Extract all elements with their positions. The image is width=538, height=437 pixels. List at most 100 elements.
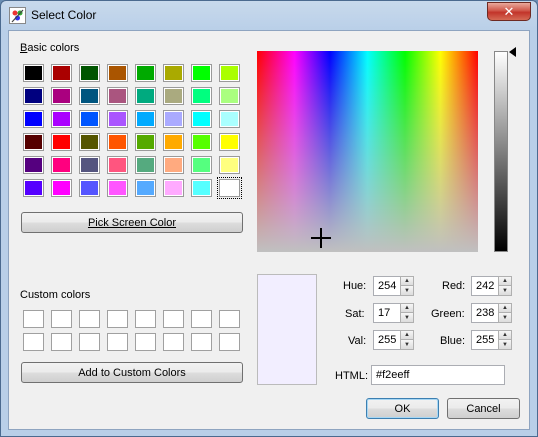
basic-color-swatch[interactable] [107,87,128,105]
basic-colors-label-rest: asic colors [27,42,80,54]
close-button[interactable]: ✕ [487,2,531,21]
custom-color-swatch[interactable] [107,310,128,328]
basic-color-swatch[interactable] [23,133,44,151]
sat-input[interactable]: 17 [373,303,401,323]
basic-color-swatch[interactable] [23,110,44,128]
basic-color-swatch[interactable] [191,133,212,151]
basic-color-swatch[interactable] [135,156,156,174]
color-palette-icon [9,7,26,24]
custom-color-swatch[interactable] [23,310,44,328]
basic-color-swatch[interactable] [163,179,184,197]
basic-color-swatch[interactable] [217,177,242,199]
basic-color-swatch[interactable] [23,156,44,174]
red-input[interactable]: 242 [471,276,499,296]
val-input[interactable]: 255 [373,330,401,350]
basic-color-swatch[interactable] [107,179,128,197]
custom-color-swatch[interactable] [163,333,184,351]
pick-screen-color-button[interactable]: Pick Screen Color [21,212,243,233]
basic-color-swatch[interactable] [79,133,100,151]
sat-label: Sat: [345,308,365,320]
basic-color-swatch[interactable] [135,87,156,105]
basic-color-swatch[interactable] [163,156,184,174]
green-input[interactable]: 238 [471,303,499,323]
basic-color-swatch[interactable] [135,110,156,128]
basic-color-swatch[interactable] [191,64,212,82]
color-spectrum[interactable] [257,51,478,252]
basic-color-swatch[interactable] [163,110,184,128]
value-slider[interactable] [494,51,508,252]
custom-color-swatch[interactable] [191,310,212,328]
basic-color-swatch[interactable] [79,64,100,82]
basic-color-swatch[interactable] [79,179,100,197]
green-spinner[interactable]: ▲ ▼ [498,303,512,323]
custom-color-swatch[interactable] [79,310,100,328]
basic-color-swatch[interactable] [135,64,156,82]
blue-spinner[interactable]: ▲ ▼ [498,330,512,350]
basic-color-swatch[interactable] [51,110,72,128]
sat-spinner[interactable]: ▲ ▼ [400,303,414,323]
basic-color-swatch[interactable] [107,110,128,128]
basic-color-swatch[interactable] [79,110,100,128]
red-label: Red: [442,280,466,292]
spin-down-icon: ▼ [498,313,512,323]
basic-color-swatch[interactable] [163,133,184,151]
basic-color-swatch[interactable] [23,64,44,82]
custom-color-swatch[interactable] [135,310,156,328]
basic-color-swatch[interactable] [107,64,128,82]
basic-color-swatch[interactable] [135,133,156,151]
window-title: Select Color [31,8,97,22]
val-spinner[interactable]: ▲ ▼ [400,330,414,350]
basic-color-swatch[interactable] [51,156,72,174]
basic-color-swatch[interactable] [23,179,44,197]
basic-color-swatch[interactable] [191,156,212,174]
pick-screen-color-label: Pick Screen Color [87,216,177,229]
spin-down-icon: ▼ [498,340,512,350]
basic-color-swatch[interactable] [219,87,240,105]
add-to-custom-colors-button[interactable]: Add to Custom Colors [21,362,243,383]
hue-spinner[interactable]: ▲ ▼ [400,276,414,296]
html-input[interactable]: #f2eeff [371,365,505,385]
basic-color-swatch[interactable] [107,133,128,151]
basic-color-swatch[interactable] [219,64,240,82]
basic-color-swatch[interactable] [191,87,212,105]
basic-color-swatch[interactable] [79,156,100,174]
basic-color-swatch[interactable] [163,64,184,82]
blue-label: Blue: [440,335,466,347]
color-preview [257,274,317,385]
spin-up-icon: ▲ [498,330,512,340]
basic-color-swatch[interactable] [191,179,212,197]
custom-color-swatch[interactable] [163,310,184,328]
basic-color-swatch[interactable] [107,156,128,174]
title-bar[interactable]: Select Color ✕ [1,1,537,31]
custom-color-swatch[interactable] [107,333,128,351]
custom-color-swatch[interactable] [191,333,212,351]
slider-arrow-icon[interactable] [509,47,517,57]
custom-color-swatch[interactable] [23,333,44,351]
custom-color-swatch[interactable] [135,333,156,351]
basic-color-swatch[interactable] [79,87,100,105]
red-spinner[interactable]: ▲ ▼ [498,276,512,296]
basic-color-swatch[interactable] [135,179,156,197]
basic-color-swatch[interactable] [163,87,184,105]
cancel-button[interactable]: Cancel [447,398,520,419]
ok-button[interactable]: OK [366,398,439,419]
spin-up-icon: ▲ [498,276,512,286]
hue-input[interactable]: 254 [373,276,401,296]
basic-color-swatch[interactable] [191,110,212,128]
html-label: HTML: [335,370,368,382]
basic-color-swatch[interactable] [51,64,72,82]
custom-color-swatch[interactable] [51,310,72,328]
blue-input[interactable]: 255 [471,330,499,350]
custom-color-swatch[interactable] [51,333,72,351]
basic-color-swatch[interactable] [51,87,72,105]
basic-color-swatch[interactable] [23,87,44,105]
basic-color-swatch[interactable] [219,133,240,151]
custom-color-swatch[interactable] [79,333,100,351]
basic-color-swatch[interactable] [51,179,72,197]
custom-color-swatch[interactable] [219,310,240,328]
basic-color-swatch[interactable] [219,156,240,174]
dialog-body: Basic colors Pick Screen Color Custom co… [8,30,530,430]
basic-color-swatch[interactable] [51,133,72,151]
custom-color-swatch[interactable] [219,333,240,351]
basic-color-swatch[interactable] [219,110,240,128]
